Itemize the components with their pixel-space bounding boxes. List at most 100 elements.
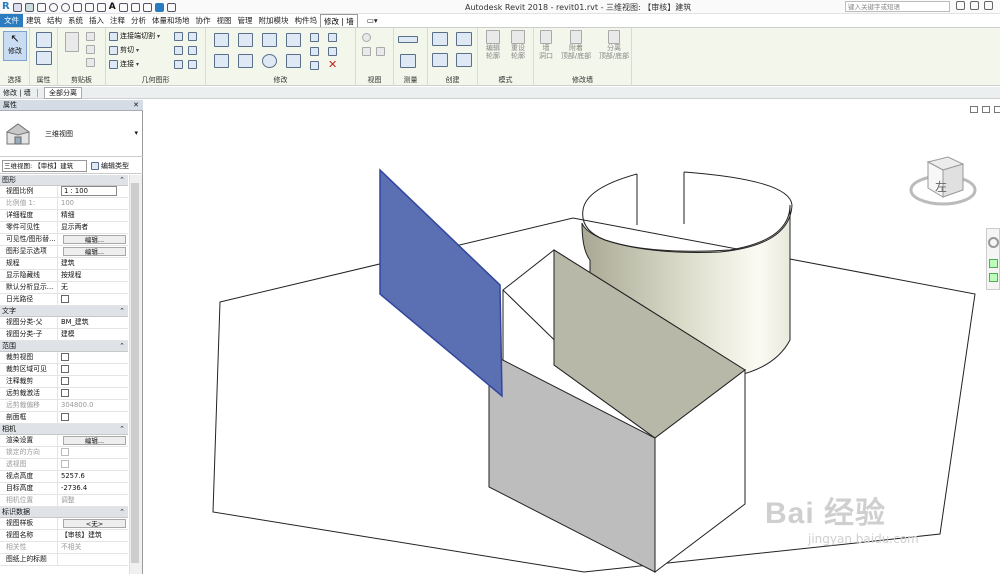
text-icon[interactable]: A <box>109 2 116 12</box>
cart-icon[interactable] <box>970 1 979 10</box>
reset-profile-button[interactable]: 重设 轮廓 <box>507 30 529 60</box>
print-icon[interactable] <box>72 2 82 12</box>
tab-structure[interactable]: 结构 <box>44 14 65 27</box>
remove-paint-icon[interactable] <box>188 46 197 55</box>
array-icon[interactable] <box>310 47 319 56</box>
join-button[interactable]: 连接 ▾ <box>109 59 139 69</box>
edit-button[interactable]: 编辑... <box>63 235 126 244</box>
binoculars-icon[interactable] <box>956 1 965 10</box>
paste-icon[interactable] <box>65 32 79 52</box>
property-value[interactable]: 精细 <box>58 210 128 221</box>
type-properties-icon[interactable] <box>36 51 52 65</box>
join-geometry-button[interactable]: 连接端切割 ▾ <box>109 31 160 41</box>
collapse-icon[interactable]: ⌃ <box>119 306 125 317</box>
rotate-icon[interactable] <box>262 54 277 68</box>
checkbox[interactable] <box>61 377 69 385</box>
checkbox[interactable] <box>61 389 69 397</box>
wall-joins-icon[interactable] <box>174 46 183 55</box>
property-value[interactable]: BM_建筑 <box>58 317 128 328</box>
properties-scroll-thumb[interactable] <box>131 183 139 563</box>
property-value[interactable]: 显示两者 <box>58 222 128 233</box>
edit-button[interactable]: 编辑... <box>63 436 126 445</box>
paint-icon[interactable] <box>188 32 197 41</box>
match-icon[interactable] <box>86 58 95 67</box>
copy-element-icon[interactable] <box>238 54 253 68</box>
tab-analyze[interactable]: 分析 <box>128 14 149 27</box>
scale-input[interactable]: 1 : 100 <box>61 186 117 196</box>
offset-icon[interactable] <box>238 33 253 47</box>
pin-icon[interactable] <box>328 33 337 42</box>
edit-button[interactable]: <无> <box>63 519 126 528</box>
restore-icon[interactable] <box>970 106 978 113</box>
property-value[interactable]: 建模 <box>58 329 128 340</box>
dimension-aligned-icon[interactable] <box>400 54 416 68</box>
tab-view[interactable]: 视图 <box>214 14 235 27</box>
property-value[interactable]: 按规程 <box>58 270 128 281</box>
detach-top-base-button[interactable]: 分离 顶部/底部 <box>596 30 632 60</box>
close-hidden-icon[interactable] <box>154 2 164 12</box>
align-icon[interactable] <box>214 33 229 47</box>
attach-top-base-button[interactable]: 附着 顶部/底部 <box>558 30 594 60</box>
mirror-draw-icon[interactable] <box>286 33 301 47</box>
zoom-icon[interactable] <box>989 259 998 268</box>
demolish-icon[interactable] <box>174 60 183 69</box>
dimension-icon[interactable] <box>96 2 106 12</box>
linework-icon[interactable] <box>376 47 385 56</box>
tab-more-icon[interactable]: ▭▾ <box>364 14 381 27</box>
split-face-icon[interactable] <box>174 32 183 41</box>
scale-icon[interactable] <box>310 61 319 70</box>
revit-logo-icon[interactable]: R <box>2 2 10 12</box>
undo-icon[interactable] <box>48 2 58 12</box>
edit-type-button[interactable]: 编辑类型 <box>91 160 129 172</box>
copy-icon[interactable] <box>86 45 95 54</box>
orbit-icon[interactable] <box>989 273 998 282</box>
measure-icon[interactable] <box>84 2 94 12</box>
property-category[interactable]: 标识数据 ⌃ <box>0 507 128 518</box>
create-similar-icon[interactable] <box>456 53 472 67</box>
checkbox[interactable] <box>61 365 69 373</box>
3d-view-icon[interactable] <box>118 2 128 12</box>
maximize-icon[interactable] <box>982 106 990 113</box>
switch-windows-icon[interactable] <box>166 2 176 12</box>
tab-file[interactable]: 文件 <box>0 14 23 27</box>
trim-icon[interactable] <box>286 54 301 68</box>
collapse-icon[interactable]: ⌃ <box>119 424 125 435</box>
cut-icon[interactable] <box>86 32 95 41</box>
property-value[interactable]: 【审核】建筑 <box>58 530 128 541</box>
close-view-icon[interactable] <box>994 106 1000 113</box>
view-instance-select[interactable]: 三维视图: 【审核】建筑 <box>2 160 87 172</box>
move-icon[interactable] <box>214 54 229 68</box>
detach-all-button[interactable]: 全部分离 <box>44 87 83 99</box>
tab-architecture[interactable]: 建筑 <box>23 14 44 27</box>
property-value[interactable]: 无 <box>58 282 128 293</box>
tab-massing[interactable]: 体量和场地 <box>149 14 193 27</box>
checkbox[interactable] <box>61 353 69 361</box>
property-category[interactable]: 图形 ⌃ <box>0 175 128 186</box>
tab-insert[interactable]: 插入 <box>86 14 107 27</box>
tab-addins[interactable]: 附加模块 <box>256 14 292 27</box>
hide-in-view-icon[interactable] <box>362 33 371 42</box>
property-category[interactable]: 范围 ⌃ <box>0 341 128 352</box>
save-icon[interactable] <box>24 2 34 12</box>
tab-systems[interactable]: 系统 <box>65 14 86 27</box>
delete-icon[interactable]: ✕ <box>328 59 337 70</box>
wall-opening-button[interactable]: 墙 洞口 <box>536 30 556 60</box>
override-graphics-icon[interactable] <box>362 47 371 56</box>
create-assembly-icon[interactable] <box>432 32 448 46</box>
steering-wheel-icon[interactable] <box>988 237 999 248</box>
redo-icon[interactable] <box>60 2 70 12</box>
tab-collaborate[interactable]: 协作 <box>193 14 214 27</box>
tab-components[interactable]: 构件坞 <box>292 14 321 27</box>
create-parts-icon[interactable] <box>456 32 472 46</box>
edit-button[interactable]: 编辑... <box>63 247 126 256</box>
property-value[interactable]: 建筑 <box>58 258 128 269</box>
property-value[interactable]: -2736.4 <box>58 483 128 494</box>
property-category[interactable]: 相机 ⌃ <box>0 424 128 435</box>
sync-icon[interactable] <box>36 2 46 12</box>
checkbox[interactable] <box>61 413 69 421</box>
checkbox[interactable] <box>61 295 69 303</box>
measure-distance-icon[interactable] <box>398 36 418 43</box>
edit-profile-button[interactable]: 编辑 轮廓 <box>482 30 504 60</box>
chevron-down-icon[interactable]: ▾ <box>134 129 138 137</box>
properties-icon[interactable] <box>36 32 52 48</box>
